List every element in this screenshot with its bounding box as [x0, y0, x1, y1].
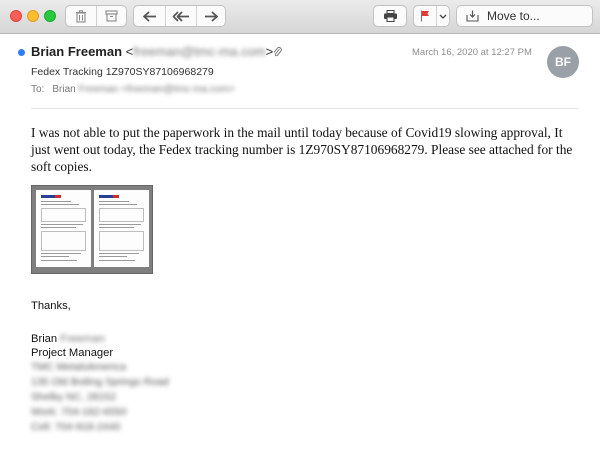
to-name[interactable]: Brian	[52, 84, 75, 95]
attachment-page-1	[36, 190, 91, 267]
signature-name: Brian Freeman	[31, 333, 105, 345]
paperclip-icon	[273, 47, 282, 57]
archive-button[interactable]	[96, 6, 126, 26]
attachment-page-2	[94, 190, 149, 267]
forward-icon	[205, 10, 218, 22]
toolbar: Move to...	[0, 0, 600, 34]
reply-group	[133, 5, 226, 27]
signature-company: TMC MetalsAmerica	[31, 361, 127, 373]
forward-button[interactable]	[196, 6, 225, 26]
move-to-label: Move to...	[487, 9, 540, 23]
move-to-group: Move to...	[456, 5, 593, 27]
subject: Fedex Tracking 1Z970SY87106968279	[31, 66, 214, 78]
sender[interactable]: Brian Freeman <freeman@tmc-ma.com>	[31, 44, 273, 59]
to-email[interactable]: Freeman <freeman@tmc-ma.com>	[78, 84, 234, 95]
signature-street: 135 Old Boiling Springs Road	[31, 376, 169, 388]
unread-indicator	[18, 49, 25, 56]
chevron-down-icon	[439, 14, 447, 19]
move-to-button[interactable]: Move to...	[457, 6, 592, 26]
message-body: I was not able to put the paperwork in t…	[31, 125, 573, 174]
print-icon	[383, 10, 397, 22]
flag-button[interactable]	[414, 6, 436, 26]
trash-icon	[76, 9, 86, 23]
closing: Thanks,	[31, 300, 71, 312]
signature-city: Shelby NC, 28152	[31, 391, 117, 403]
avatar: BF	[547, 46, 579, 78]
flag-menu-button[interactable]	[436, 6, 449, 26]
sender-email: freeman@tmc-ma.com	[133, 44, 266, 59]
signature-work-phone: Work: 704-182-6550	[31, 406, 127, 418]
flag-icon	[420, 10, 429, 22]
to-row: To: Brian Freeman <freeman@tmc-ma.com>	[31, 84, 235, 95]
minimize-window-button[interactable]	[27, 10, 39, 22]
reply-button[interactable]	[134, 6, 165, 26]
flag-group	[413, 5, 450, 27]
header-divider	[31, 108, 578, 109]
delete-button[interactable]	[66, 6, 96, 26]
close-window-button[interactable]	[10, 10, 22, 22]
reply-icon	[142, 10, 156, 22]
reply-all-button[interactable]	[165, 6, 196, 26]
reply-all-icon	[172, 10, 189, 22]
signature-last-name: Freeman	[60, 333, 106, 345]
message-date: March 16, 2020 at 12:27 PM	[412, 47, 532, 58]
sender-name: Brian Freeman	[31, 44, 123, 59]
signature-first-name: Brian	[31, 333, 58, 345]
delete-archive-group	[65, 5, 127, 27]
print-group	[373, 5, 407, 27]
print-button[interactable]	[374, 6, 406, 26]
signature-title: Project Manager	[31, 347, 114, 359]
to-label: To:	[31, 84, 45, 95]
attachment-preview[interactable]	[31, 185, 153, 274]
archive-icon	[105, 10, 118, 22]
signature-cell-phone: Cell: 704-918-2440	[31, 421, 121, 433]
zoom-window-button[interactable]	[44, 10, 56, 22]
move-to-icon	[466, 10, 479, 22]
